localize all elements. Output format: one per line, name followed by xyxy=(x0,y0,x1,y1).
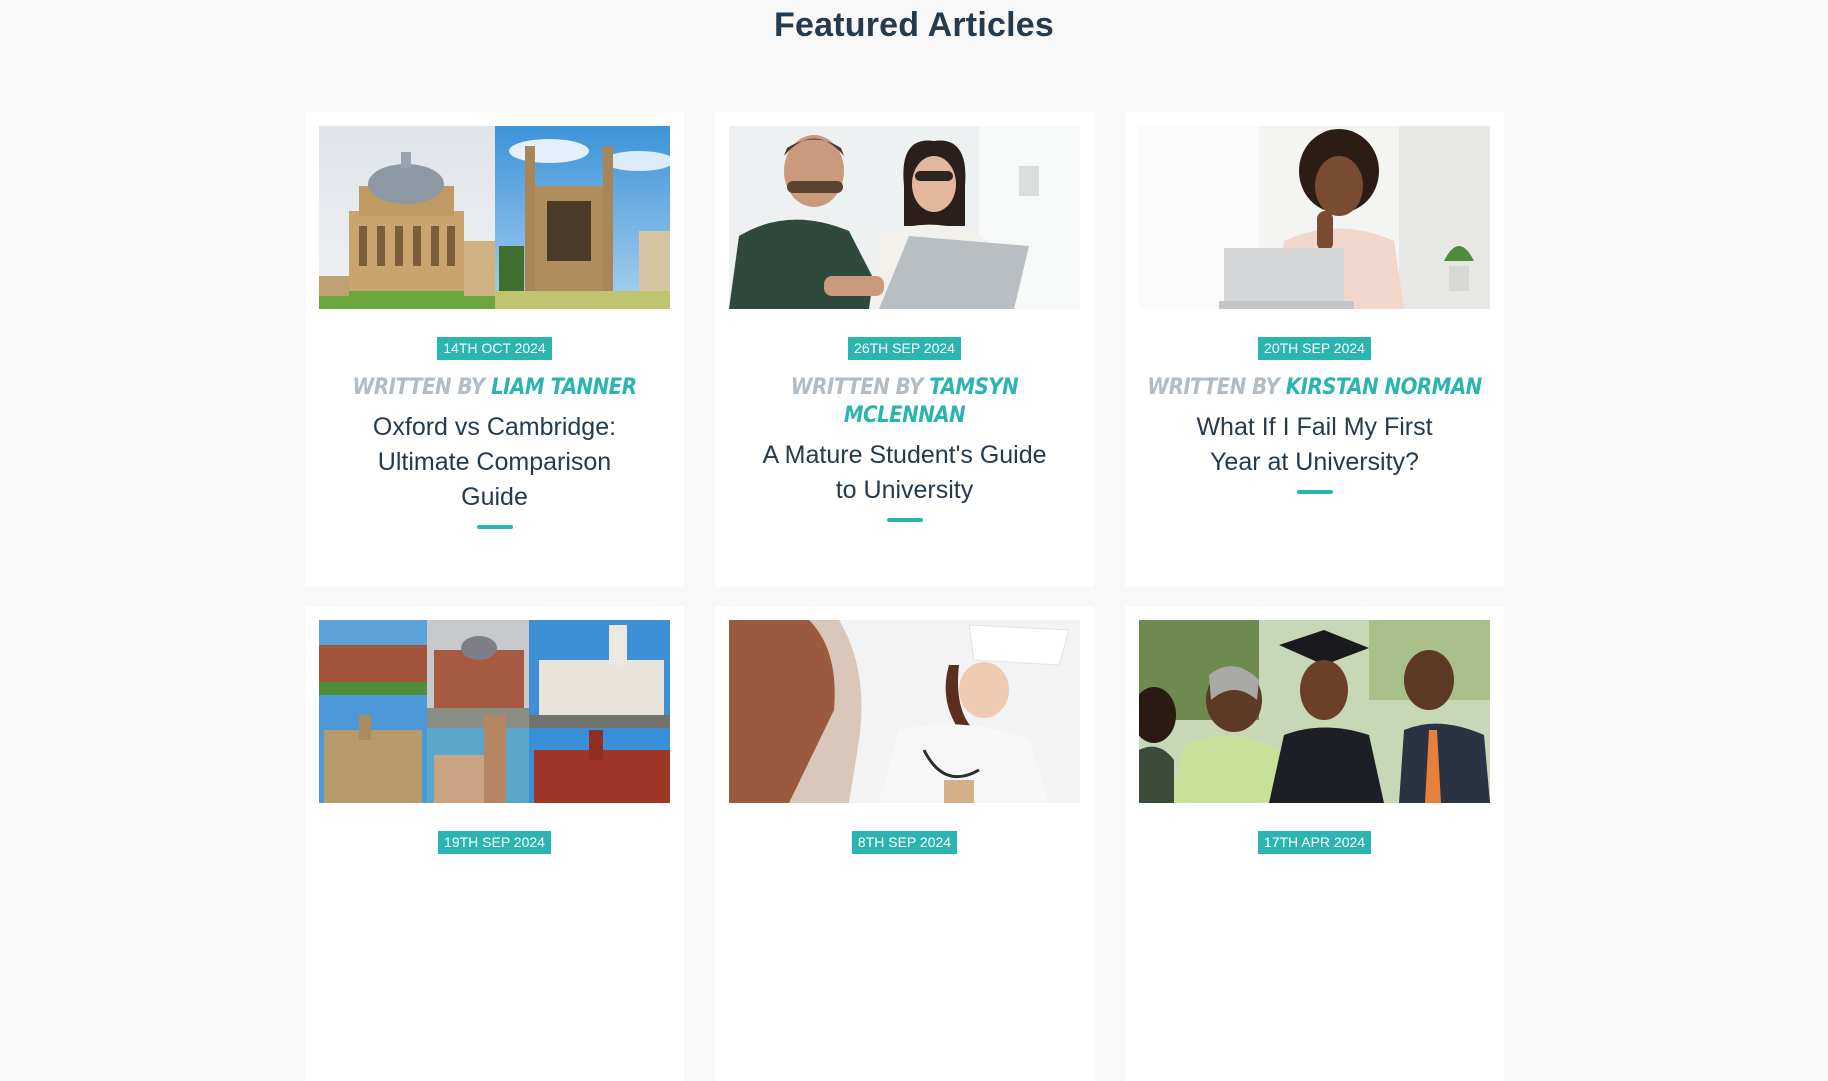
title-underline xyxy=(886,518,923,522)
doctor-stethoscope-photo xyxy=(729,620,1080,803)
article-card-mature-students[interactable]: 26TH SEP 2024 WRITTEN BY TAMSYN MCLENNAN… xyxy=(715,112,1094,587)
title-underline xyxy=(476,525,513,529)
written-by-label: WRITTEN BY xyxy=(1147,375,1280,400)
title-underline xyxy=(1296,490,1333,494)
graduate-family-photo xyxy=(1139,620,1490,803)
article-card-fail-first-year[interactable]: 20TH SEP 2024 WRITTEN BY KIRSTAN NORMAN … xyxy=(1125,112,1504,587)
article-date: 19TH SEP 2024 xyxy=(438,831,551,854)
written-by-label: WRITTEN BY xyxy=(352,375,486,400)
article-card-oxford-cambridge[interactable]: 14TH OCT 2024 WRITTEN BY LIAM TANNER Oxf… xyxy=(305,112,684,587)
author-link[interactable]: LIAM TANNER xyxy=(491,375,637,400)
oxford-cambridge-photo xyxy=(319,126,670,309)
article-card-medicine[interactable]: 8TH SEP 2024 xyxy=(715,606,1094,1081)
article-image-fail-first-year[interactable] xyxy=(1139,126,1490,309)
author-link[interactable]: KIRSTAN NORMAN xyxy=(1286,375,1482,400)
article-image-universities[interactable] xyxy=(319,620,670,803)
thoughtful-student-laptop-photo xyxy=(1139,126,1490,309)
article-date: 8TH SEP 2024 xyxy=(851,831,958,854)
page-title: Featured Articles xyxy=(774,6,1054,44)
article-title[interactable]: What If I Fail My First Year at Universi… xyxy=(1170,410,1460,480)
article-date: 20TH SEP 2024 xyxy=(1258,337,1371,360)
written-by-label: WRITTEN BY xyxy=(790,375,924,400)
article-date: 14TH OCT 2024 xyxy=(437,337,552,360)
article-card-graduation[interactable]: 17TH APR 2024 xyxy=(1125,606,1504,1081)
article-image-graduation[interactable] xyxy=(1139,620,1490,803)
article-date: 26TH SEP 2024 xyxy=(848,337,961,360)
article-card-universities[interactable]: 19TH SEP 2024 xyxy=(305,606,684,1081)
article-byline: WRITTEN BY LIAM TANNER xyxy=(319,374,670,402)
article-title[interactable]: Oxford vs Cambridge: Ultimate Comparison… xyxy=(350,410,640,515)
article-title[interactable]: A Mature Student's Guide to University xyxy=(760,438,1050,508)
article-image-medicine[interactable] xyxy=(729,620,1080,803)
article-image-mature-students[interactable] xyxy=(729,126,1080,309)
article-date: 17TH APR 2024 xyxy=(1257,831,1372,854)
mature-students-laptop-photo xyxy=(729,126,1080,309)
article-byline: WRITTEN BY KIRSTAN NORMAN xyxy=(1139,374,1490,402)
article-image-oxford-cambridge[interactable] xyxy=(319,126,670,309)
article-byline: WRITTEN BY TAMSYN MCLENNAN xyxy=(729,374,1080,430)
articles-grid: 14TH OCT 2024 WRITTEN BY LIAM TANNER Oxf… xyxy=(305,112,1504,1081)
university-buildings-collage-photo xyxy=(319,620,670,803)
